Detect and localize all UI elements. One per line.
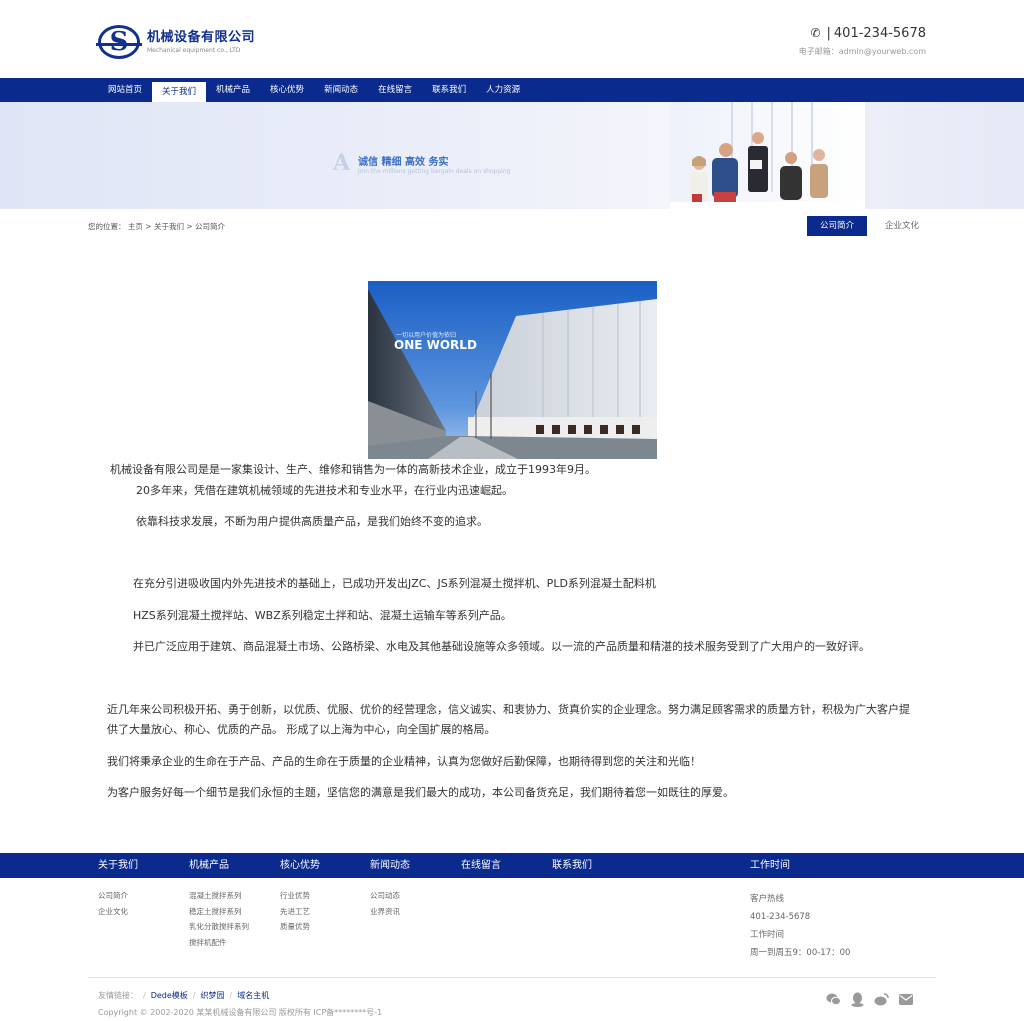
service-paragraph: 为客户服务好每一个细节是我们永恒的主题，坚信您的满意是我们最大的成功，本公司备货…: [107, 786, 734, 799]
friend-link[interactable]: 织梦园: [201, 991, 225, 1000]
footer-link[interactable]: 稳定土搅拌系列: [189, 904, 249, 920]
logo-emblem-icon: S: [96, 25, 142, 59]
footer-nav: 关于我们 机械产品 核心优势 新闻动态 在线留言 联系我们 工作时间: [0, 853, 1024, 878]
footer-link[interactable]: 混凝土搅拌系列: [189, 888, 249, 904]
footer-nav-news[interactable]: 新闻动态: [370, 853, 410, 878]
friend-links: 友情链接： / Dede模板 / 织梦园 / 域名主机: [98, 990, 269, 1001]
breadcrumb-sep: >: [145, 222, 152, 231]
warehouse-photo: 一切以用户价值为依归 ONE WORLD: [368, 281, 657, 459]
business-meeting-image: [670, 102, 865, 209]
hotline-number: 401-234-5678: [750, 912, 811, 922]
hours-label: 工作时间: [750, 930, 785, 940]
header-phone: 401-234-5678: [833, 26, 926, 41]
breadcrumb-section[interactable]: 关于我们: [154, 222, 184, 231]
footer-link[interactable]: 公司简介: [98, 888, 128, 904]
footer-link[interactable]: 质量优势: [280, 919, 310, 935]
banner-title: 诚信 精细 高效 务实: [358, 157, 449, 168]
footer-col-advantages: 行业优势 先进工艺 质量优势: [280, 888, 310, 935]
footer-link[interactable]: 行业优势: [280, 888, 310, 904]
nav-item-hr[interactable]: 人力资源: [476, 78, 530, 102]
footer-link[interactable]: 公司动态: [370, 888, 400, 904]
breadcrumb-sep: >: [186, 222, 193, 231]
page-banner: A 诚信 精细 高效 务实 Join the millions getting …: [0, 102, 1024, 209]
email-label: 电子邮箱：: [798, 47, 839, 56]
nav-item-advantages[interactable]: 核心优势: [260, 78, 314, 102]
subtab-company-profile[interactable]: 公司简介: [807, 216, 867, 236]
nav-item-about[interactable]: 关于我们: [152, 82, 207, 102]
footer-link[interactable]: 企业文化: [98, 904, 128, 920]
header-email[interactable]: admin@yourweb.com: [839, 47, 926, 56]
hotline-label: 客户热线: [750, 894, 785, 904]
social-icons: [826, 992, 913, 1007]
footer-link[interactable]: 乳化分散搅拌系列: [189, 919, 249, 935]
intro-paragraph-3: 依靠科技求发展，不断为用户提供高质量产品，是我们始终不变的追求。: [136, 515, 488, 528]
footer-col-news: 公司动态 业界资讯: [370, 888, 400, 919]
friend-link[interactable]: Dede模板: [151, 991, 188, 1000]
banner-subtitle: Join the millions getting bargain deals …: [358, 168, 511, 175]
nav-item-products[interactable]: 机械产品: [206, 78, 260, 102]
nav-item-message[interactable]: 在线留言: [368, 78, 422, 102]
footer-col-about: 公司简介 企业文化: [98, 888, 128, 919]
mail-icon[interactable]: [898, 992, 913, 1007]
friend-links-label: 友情链接：: [98, 991, 138, 1000]
footer-work-info: 客户热线 401-234-5678 工作时间 周一到周五9：00-17：00: [750, 890, 850, 962]
intro-paragraph-1: 机械设备有限公司是是一家集设计、生产、维修和销售为一体的高新技术企业，成立于19…: [110, 463, 596, 476]
products-paragraph-3: 并已广泛应用于建筑、商品混凝土市场、公路桥梁、水电及其他基础设施等众多领域。以一…: [133, 640, 870, 653]
friend-link[interactable]: 域名主机: [237, 991, 269, 1000]
products-paragraph-2: HZS系列混凝土搅拌站、WBZ系列稳定土拌和站、混凝土运输车等系列产品。: [133, 609, 512, 622]
nav-item-news[interactable]: 新闻动态: [314, 78, 368, 102]
nav-item-contact[interactable]: 联系我们: [422, 78, 476, 102]
link-sep: /: [192, 991, 196, 1000]
footer-nav-contact[interactable]: 联系我们: [552, 853, 592, 878]
breadcrumb-home[interactable]: 主页: [128, 222, 143, 231]
spirit-paragraph: 我们将秉承企业的生命在于产品、产品的生命在于质量的企业精神，认真为您做好后勤保障…: [107, 755, 701, 768]
wechat-icon[interactable]: [826, 992, 841, 1007]
breadcrumb-page[interactable]: 公司简介: [195, 222, 225, 231]
products-paragraph-1: 在充分引进吸收国内外先进技术的基础上，已成功开发出JZC、JS系列混凝土搅拌机、…: [133, 577, 656, 590]
footer-work-title: 工作时间: [750, 860, 790, 871]
company-name-en: Mechanical equipment co., LTD: [147, 46, 241, 54]
philosophy-paragraph: 近几年来公司积极开拓、勇于创新，以优质、优服、优价的经营理念，信义诚实、和衷协力…: [107, 703, 910, 736]
nav-item-home[interactable]: 网站首页: [98, 78, 152, 102]
company-name: 机械设备有限公司: [147, 29, 256, 45]
breadcrumb: 您的位置： 主页 > 关于我们 > 公司简介: [88, 221, 225, 232]
intro-paragraph-2: 20多年来，凭借在建筑机械领域的先进技术和专业水平，在行业内迅速崛起。: [136, 484, 513, 497]
footer-link[interactable]: 先进工艺: [280, 904, 310, 920]
phone-icon: ✆: [810, 26, 821, 40]
copyright: Copyright © 2002-2020 某某机械设备有限公司 版权所有 IC…: [98, 1008, 383, 1017]
footer-nav-about[interactable]: 关于我们: [98, 853, 138, 878]
subtab-corporate-culture[interactable]: 企业文化: [872, 216, 932, 236]
logo-letter: S: [109, 27, 129, 57]
main-nav: 网站首页 关于我们 机械产品 核心优势 新闻动态 在线留言 联系我们 人力资源: [0, 78, 1024, 102]
site-logo[interactable]: S 机械设备有限公司 Mechanical equipment co., LTD: [96, 25, 256, 59]
header-contact: ✆ | 401-234-5678 电子邮箱：admin@yourweb.com: [799, 25, 926, 57]
hours-value: 周一到周五9：00-17：00: [750, 948, 851, 958]
link-sep: /: [143, 991, 146, 1000]
weibo-icon[interactable]: [874, 992, 889, 1007]
qq-icon[interactable]: [850, 992, 865, 1007]
footer-link[interactable]: 业界资讯: [370, 904, 400, 920]
footer-nav-message[interactable]: 在线留言: [461, 853, 501, 878]
photo-caption-large: ONE WORLD: [394, 338, 477, 352]
phone-separator: |: [826, 26, 831, 41]
link-sep: /: [229, 991, 233, 1000]
footer-link[interactable]: 搅拌机配件: [189, 935, 249, 951]
footer-divider: [88, 977, 936, 978]
breadcrumb-label: 您的位置：: [88, 222, 126, 231]
footer-nav-products[interactable]: 机械产品: [189, 853, 229, 878]
footer-col-products: 混凝土搅拌系列 稳定土搅拌系列 乳化分散搅拌系列 搅拌机配件: [189, 888, 249, 950]
footer-nav-advantages[interactable]: 核心优势: [280, 853, 320, 878]
banner-letter: A: [333, 150, 351, 176]
